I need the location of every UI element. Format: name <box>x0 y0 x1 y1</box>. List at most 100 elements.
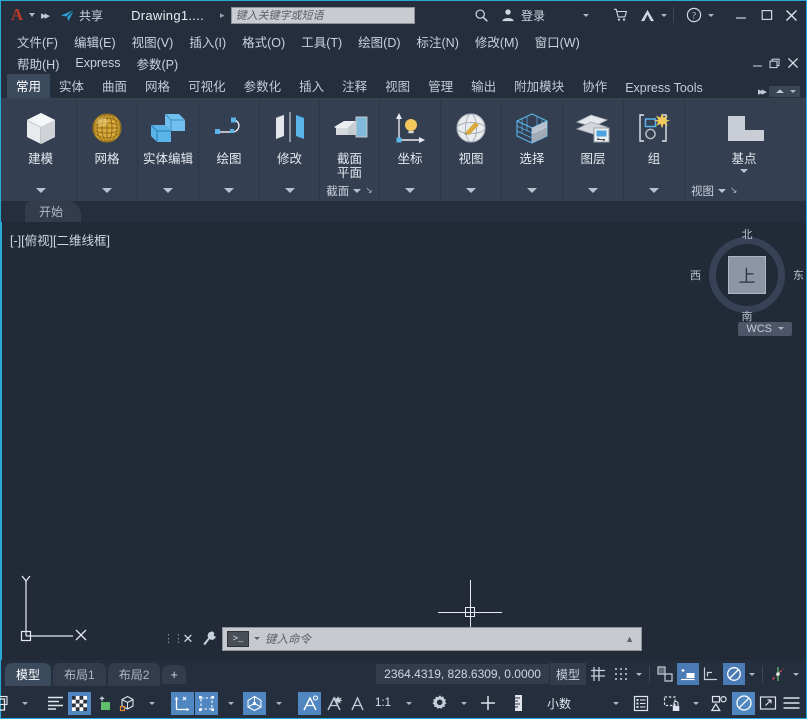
menu-item-view[interactable]: 视图(V) <box>124 32 182 51</box>
ribbon-tab-manage[interactable]: 管理 <box>419 74 462 98</box>
layout-tab-model[interactable]: 模型 <box>5 662 52 686</box>
annotation-scale-label[interactable]: 1:1 <box>370 697 396 709</box>
transparency-button[interactable] <box>68 691 91 715</box>
search-input[interactable]: 键入关键字或短语 <box>230 6 415 24</box>
gear-icon[interactable] <box>428 692 451 715</box>
annotation-scale-add-button[interactable] <box>322 692 345 715</box>
layout-tab-layout2[interactable]: 布局2 <box>107 662 161 686</box>
view-cube-west-label[interactable]: 西 <box>690 267 701 283</box>
ribbon-panel-solid-editing-expand[interactable] <box>140 181 196 201</box>
wcs-selector[interactable]: WCS <box>738 321 792 336</box>
ribbon-panel-draw-expand[interactable] <box>201 181 257 201</box>
ribbon-panel-draw[interactable]: 绘图 <box>199 101 260 201</box>
ribbon-panel-groups-expand[interactable] <box>626 181 682 201</box>
view-cube-east-label[interactable]: 东 <box>793 267 804 283</box>
ribbon-panel-modeling-expand[interactable] <box>7 181 74 201</box>
ribbon-tab-insert[interactable]: 插入 <box>290 74 333 98</box>
ribbon-panel-modeling[interactable]: 建模 <box>5 101 77 201</box>
ribbon-tab-output[interactable]: 输出 <box>462 74 505 98</box>
3d-object-snap-button[interactable] <box>116 692 139 715</box>
wrench-icon[interactable] <box>198 630 222 647</box>
graphics-performance-button[interactable] <box>732 691 755 715</box>
menu-item-edit[interactable]: 编辑(E) <box>66 32 124 51</box>
ribbon-panel-groups[interactable]: 组 <box>624 101 685 201</box>
ribbon-panel-coordinates[interactable]: 坐标 <box>380 101 441 201</box>
ribbon-tab-addins[interactable]: 附加模块 <box>505 74 573 98</box>
selection-filter-button[interactable] <box>195 691 218 715</box>
annotation-visibility-2-button[interactable] <box>346 692 369 715</box>
dialog-launcher-icon[interactable]: ↘ <box>365 185 373 196</box>
ruler-icon[interactable] <box>507 692 530 715</box>
help-chevron-down-icon[interactable] <box>708 13 714 17</box>
account-icon[interactable] <box>495 8 521 22</box>
ribbon-more-tabs-icon[interactable]: ▸▸ <box>758 85 767 98</box>
add-layout-button[interactable]: + <box>162 664 186 684</box>
command-line-grip[interactable]: ⋮⋮ <box>163 632 184 645</box>
menu-item-modify[interactable]: 修改(M) <box>467 32 527 51</box>
ribbon-tab-view[interactable]: 视图 <box>376 74 419 98</box>
drawing-close-button[interactable] <box>784 53 802 73</box>
ribbon-panel-section-footer[interactable]: 截面 ↘ <box>322 181 377 201</box>
drawing-restore-button[interactable] <box>766 53 784 73</box>
chevron-down-icon[interactable] <box>353 188 362 193</box>
maximize-button[interactable] <box>754 1 780 29</box>
document-menu-arrow-icon[interactable]: ▸ <box>214 10 231 21</box>
ribbon-tab-express-tools[interactable]: Express Tools <box>616 79 712 98</box>
snap-mode-chevron-down-icon[interactable] <box>633 672 645 676</box>
menu-item-tools[interactable]: 工具(T) <box>293 32 350 51</box>
share-button[interactable]: 共享 <box>54 7 109 24</box>
ribbon-panel-modify-expand[interactable] <box>262 181 317 201</box>
command-history-chevron-down-icon[interactable] <box>254 637 260 640</box>
cart-icon[interactable] <box>607 8 634 22</box>
viewport-label[interactable]: [-][俯视][二维线框] <box>10 230 110 249</box>
workspace-chevron-down-icon[interactable] <box>452 692 475 715</box>
lock-chevron-down-icon[interactable] <box>684 692 707 715</box>
ribbon-panel-coordinates-expand[interactable] <box>382 181 438 201</box>
object-snap-button[interactable] <box>723 663 745 685</box>
view-cube[interactable]: 上 北 南 西 东 <box>690 229 804 323</box>
object-snap-tracking-chevron-down-icon[interactable] <box>790 672 802 676</box>
annotation-scale-list-button[interactable] <box>44 692 67 715</box>
view-cube-top-face[interactable]: 上 <box>728 255 766 294</box>
drawing-canvas[interactable] <box>2 221 806 660</box>
ribbon-tab-parametric[interactable]: 参数化 <box>235 74 291 98</box>
ribbon-panel-view-expand[interactable] <box>443 181 499 201</box>
dialog-launcher-icon[interactable]: ↘ <box>730 185 738 196</box>
gizmo-button[interactable] <box>243 691 266 715</box>
menu-item-format[interactable]: 格式(O) <box>234 32 293 51</box>
ribbon-tab-visualize[interactable]: 可视化 <box>179 74 235 98</box>
drawing-minimize-button[interactable] <box>748 53 766 73</box>
menu-item-help[interactable]: 帮助(H) <box>9 54 67 73</box>
ribbon-tab-mesh[interactable]: 网格 <box>136 74 179 98</box>
view-cube-north-label[interactable]: 北 <box>742 226 753 242</box>
ribbon-tab-collaborate[interactable]: 协作 <box>573 74 616 98</box>
quick-access-more-icon[interactable]: ▸▸ <box>35 9 54 22</box>
ribbon-panel-mesh-expand[interactable] <box>79 181 135 201</box>
polar-tracking-button[interactable] <box>677 663 699 685</box>
signin-chevron-down-icon[interactable] <box>583 13 589 17</box>
selection-filter-chevron-down-icon[interactable] <box>219 692 242 715</box>
lock-icon[interactable] <box>660 692 683 715</box>
minimize-button[interactable] <box>728 1 754 29</box>
document-title[interactable]: Drawing1.... <box>109 8 214 23</box>
layout-tab-layout1[interactable]: 布局1 <box>53 662 106 686</box>
ribbon-panel-layers[interactable]: 图层 <box>563 101 624 201</box>
ortho-mode-button[interactable] <box>654 663 676 685</box>
hamburger-icon[interactable] <box>780 692 803 715</box>
units-selector[interactable]: 小数 <box>531 695 621 712</box>
plus-icon[interactable] <box>476 692 499 715</box>
gizmo-chevron-down-icon[interactable] <box>267 692 290 715</box>
3d-object-snap-chevron-down-icon[interactable] <box>140 692 163 715</box>
grid-display-button[interactable] <box>587 663 609 685</box>
chevron-down-icon[interactable] <box>718 188 726 193</box>
ribbon-panel-section[interactable]: 截面 平面 截面 ↘ <box>320 101 380 201</box>
file-tab-start[interactable]: 开始 <box>25 200 82 222</box>
command-line-close-icon[interactable]: ✕ <box>178 631 198 647</box>
ribbon-panel-base-point-footer[interactable]: 视图 ↘ <box>687 181 801 201</box>
ribbon-tab-solid[interactable]: 实体 <box>50 74 93 98</box>
chevron-down-icon[interactable] <box>740 169 748 174</box>
autoscale-button[interactable] <box>0 692 12 715</box>
close-button[interactable] <box>780 1 806 29</box>
menu-item-insert[interactable]: 插入(I) <box>181 32 234 51</box>
command-expand-up-icon[interactable]: ▲ <box>625 634 637 644</box>
